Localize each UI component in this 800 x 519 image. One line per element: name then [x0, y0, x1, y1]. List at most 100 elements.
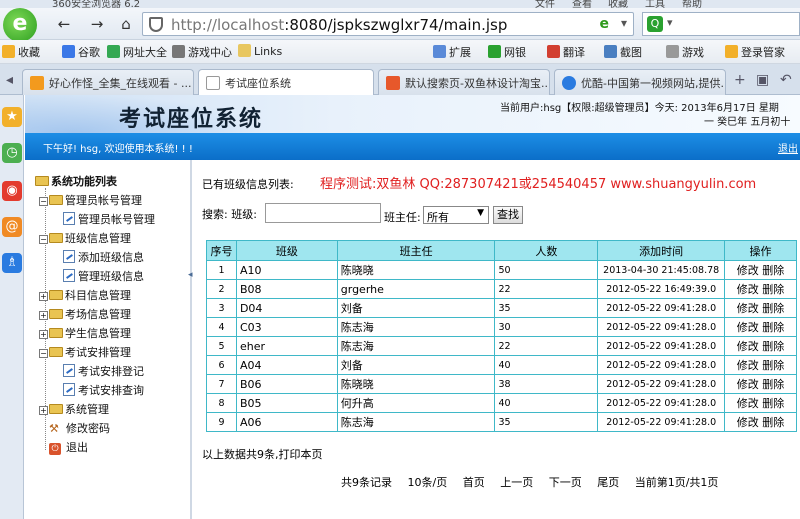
menu-system-manage[interactable]: + 系统管理	[39, 401, 109, 417]
expand-plus-icon[interactable]: +	[39, 311, 48, 320]
collapse-minus-icon[interactable]: −	[39, 197, 48, 206]
search-box[interactable]: Q ▾	[642, 12, 800, 36]
edit-link[interactable]: 修改	[737, 416, 759, 429]
back-arrow-icon[interactable]: ←	[52, 14, 76, 36]
email-at-icon[interactable]: @	[2, 217, 22, 237]
edit-link[interactable]: 修改	[737, 264, 759, 277]
favorites-star-icon[interactable]: ★	[2, 107, 22, 127]
menu-change-password[interactable]: ⚒ 修改密码	[49, 420, 110, 436]
translate-button[interactable]: 翻译	[547, 44, 585, 60]
menu-manage-class[interactable]: 管理班级信息	[63, 268, 144, 284]
menu-file[interactable]: 文件	[535, 0, 555, 8]
folder-icon	[49, 233, 63, 243]
collapse-minus-icon[interactable]: −	[39, 235, 48, 244]
edit-link[interactable]: 修改	[737, 283, 759, 296]
search-button[interactable]: 查找	[493, 206, 523, 224]
games-button[interactable]: 游戏	[666, 44, 704, 60]
edit-link[interactable]: 修改	[737, 397, 759, 410]
menu-collapse-handle[interactable]: ◂	[188, 270, 194, 286]
menu-view[interactable]: 查看	[572, 0, 592, 8]
delete-link[interactable]: 删除	[762, 416, 784, 429]
key-icon: ⚒	[49, 422, 59, 435]
ie-mode-icon[interactable]: e	[600, 16, 610, 32]
current-user-info: 当前用户:hsg【权限:超级管理员】今天: 2013年6月17日 星期	[500, 103, 779, 114]
delete-link[interactable]: 删除	[762, 359, 784, 372]
menu-exam-schedule[interactable]: − 考试安排管理	[39, 344, 131, 360]
address-dropdown-icon[interactable]: ▾	[621, 16, 627, 30]
class-search-input[interactable]	[265, 203, 381, 223]
expand-plus-icon[interactable]: +	[39, 330, 48, 339]
delete-link[interactable]: 删除	[762, 378, 784, 391]
expand-plus-icon[interactable]: +	[39, 406, 48, 415]
bank-button[interactable]: 网银	[488, 44, 526, 60]
tab-video[interactable]: 好心作怪_全集_在线观看 - ...	[22, 69, 194, 95]
collapse-minus-icon[interactable]: −	[39, 349, 48, 358]
tab-youku[interactable]: 优酷-中国第一视频网站,提供...	[554, 69, 726, 95]
expand-plus-icon[interactable]: +	[39, 292, 48, 301]
chat-icon[interactable]: ♗	[2, 253, 22, 273]
screenshot-button[interactable]: 截图	[604, 44, 642, 60]
fav-google[interactable]: 谷歌	[62, 44, 100, 60]
pager-prev[interactable]: 上一页	[500, 476, 533, 489]
cell-added-time: 2012-05-22 16:49:39.0	[597, 279, 726, 299]
cell-teacher: 陈志海	[336, 317, 496, 337]
edit-link[interactable]: 修改	[737, 302, 759, 315]
folder-icon	[49, 195, 63, 205]
menu-exam-query[interactable]: 考试安排查询	[63, 382, 144, 398]
pager-first[interactable]: 首页	[463, 476, 485, 489]
menu-student-info[interactable]: + 学生信息管理	[39, 325, 131, 341]
delete-link[interactable]: 删除	[762, 397, 784, 410]
cell-actions: 修改 删除	[724, 355, 797, 375]
tab-exam-system[interactable]: 考试座位系统	[198, 69, 374, 96]
tab-search[interactable]: 默认搜索页-双鱼林设计淘宝...	[378, 69, 550, 95]
weibo-icon[interactable]: ◉	[2, 181, 22, 201]
fav-collect[interactable]: 收藏	[2, 44, 40, 60]
cell-teacher: 何升高	[336, 393, 496, 413]
edit-link[interactable]: 修改	[737, 340, 759, 353]
tab-list-icon[interactable]: ◂	[6, 72, 13, 88]
restore-tab-icon[interactable]: ▣	[756, 72, 769, 88]
delete-link[interactable]: 删除	[762, 302, 784, 315]
menu-root: 系统功能列表	[35, 173, 117, 189]
menu-exam-room-info[interactable]: + 考场信息管理	[39, 306, 131, 322]
menu-subject-info[interactable]: + 科目信息管理	[39, 287, 131, 303]
menu-add-class[interactable]: 添加班级信息	[63, 249, 144, 265]
delete-link[interactable]: 删除	[762, 283, 784, 296]
delete-link[interactable]: 删除	[762, 340, 784, 353]
ext-button[interactable]: 扩展	[433, 44, 471, 60]
edit-link[interactable]: 修改	[737, 359, 759, 372]
logout-link[interactable]: 退出	[778, 140, 798, 155]
undo-close-icon[interactable]: ↶	[780, 72, 792, 88]
cell-no: 2	[206, 279, 237, 299]
teacher-select[interactable]: 所有 ▼	[423, 206, 489, 224]
menu-admin-account[interactable]: − 管理员帐号管理	[39, 192, 142, 208]
table-row: 3 D04 刘备 35 2012-05-22 09:41:28.0 修改 删除	[206, 298, 797, 318]
delete-link[interactable]: 删除	[762, 321, 784, 334]
total-line[interactable]: 以上数据共9条,打印本页	[202, 446, 323, 462]
menu-exit[interactable]: ⏻ 退出	[49, 439, 88, 455]
home-icon[interactable]: ⌂	[114, 14, 138, 36]
search-engine-icon[interactable]: Q	[647, 16, 663, 32]
fav-links[interactable]: Links	[238, 44, 282, 58]
pager-last[interactable]: 尾页	[597, 476, 619, 489]
edit-link[interactable]: 修改	[737, 378, 759, 391]
menu-exam-register[interactable]: 考试安排登记	[63, 363, 144, 379]
menu-admin-account-manage[interactable]: 管理员帐号管理	[63, 211, 155, 227]
menu-tools[interactable]: 工具	[645, 0, 665, 8]
fav-game-center[interactable]: 游戏中心	[172, 44, 232, 60]
edit-link[interactable]: 修改	[737, 321, 759, 334]
new-tab-icon[interactable]: +	[734, 72, 746, 88]
menu-favorites[interactable]: 收藏	[608, 0, 628, 8]
cell-no: 3	[206, 298, 237, 318]
menu-class-info[interactable]: − 班级信息管理	[39, 230, 131, 246]
pager-next[interactable]: 下一页	[549, 476, 582, 489]
search-dropdown-icon[interactable]: ▾	[667, 16, 673, 29]
fav-site-directory[interactable]: 网址大全	[107, 44, 167, 60]
login-manager-button[interactable]: 登录管家	[725, 44, 785, 60]
forward-arrow-icon[interactable]: →	[85, 14, 109, 36]
google-icon	[62, 45, 75, 58]
address-bar[interactable]: http://localhost:8080/jspkszwglxr74/main…	[142, 12, 634, 36]
delete-link[interactable]: 删除	[762, 264, 784, 277]
history-clock-icon[interactable]: ◷	[2, 143, 22, 163]
menu-help[interactable]: 帮助	[682, 0, 702, 8]
